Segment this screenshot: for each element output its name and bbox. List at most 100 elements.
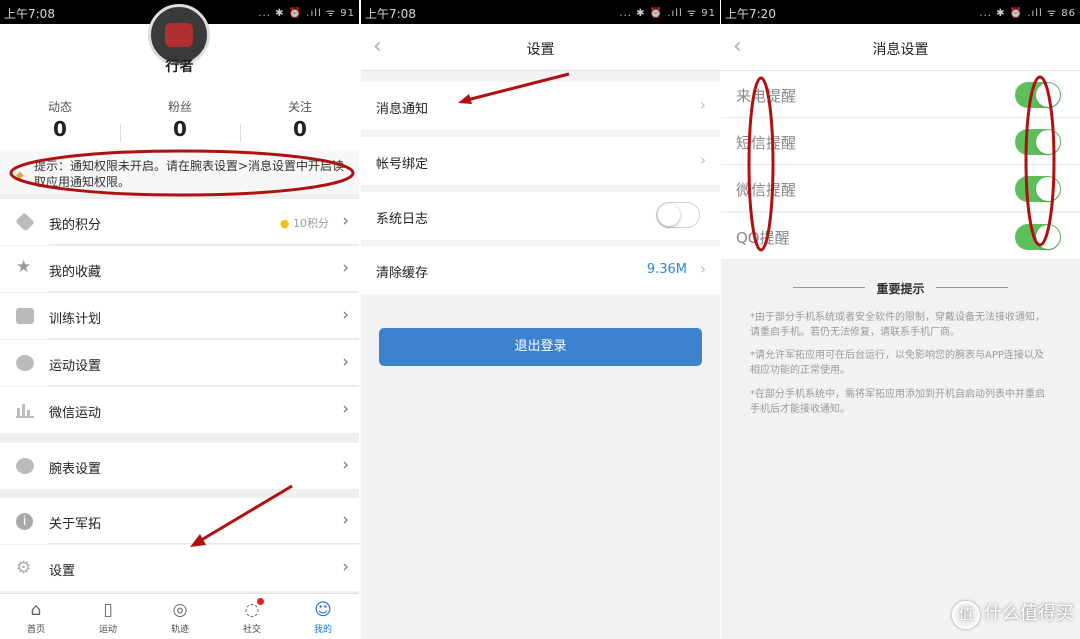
- setting-message-notification[interactable]: 消息通知 ›: [361, 82, 720, 130]
- setting-label: 消息通知: [376, 102, 429, 117]
- tab-home[interactable]: ⌂ 首页: [0, 594, 72, 639]
- divider: [49, 244, 359, 245]
- diamond-icon: [15, 212, 35, 232]
- switch-knob: [1036, 177, 1060, 201]
- tab-mine[interactable]: ☺ 我的: [287, 594, 359, 639]
- profile-header: 行者 动态 0 粉丝 0 关注 0: [0, 4, 359, 150]
- star-icon: ★: [16, 257, 32, 277]
- menu-item-training-plan[interactable]: 训练计划 ›: [0, 293, 359, 339]
- call-reminder-switch[interactable]: [1015, 82, 1061, 108]
- status-icons: ... ✱ ⏰ .ıll ᯤ 91: [619, 8, 716, 19]
- sms-reminder-switch[interactable]: [1015, 129, 1061, 155]
- points-value: 10积分: [293, 217, 329, 230]
- profile-screen: 上午7:08 ... ✱ ⏰ .ıll ᯤ 91 行者 动态 0 粉丝 0 关注…: [0, 0, 359, 639]
- chevron-right-icon: ›: [342, 557, 349, 577]
- divider: [936, 287, 1008, 288]
- status-icons: ... ✱ ⏰ .ıll ᯤ 91: [258, 8, 355, 19]
- qq-reminder-switch[interactable]: [1015, 224, 1061, 250]
- divider: [49, 543, 359, 544]
- watch-icon: [16, 458, 34, 474]
- chat-icon: ◌: [244, 600, 260, 620]
- stat-posts[interactable]: 动态 0: [0, 98, 120, 141]
- setting-label: 短信提醒: [736, 134, 797, 152]
- notes-title: 重要提示: [876, 282, 925, 296]
- menu-item-points[interactable]: 我的积分 ● 10积分 ›: [0, 199, 359, 245]
- menu-item-label: 我的收藏: [49, 265, 102, 280]
- points-badge: ● 10积分: [280, 215, 329, 231]
- divider: [49, 291, 359, 292]
- tab-label: 首页: [26, 625, 45, 635]
- wechat-reminder-switch[interactable]: [1015, 176, 1061, 202]
- profile-name: 行者: [165, 59, 194, 75]
- menu-item-settings[interactable]: ⚙ 设置 ›: [0, 545, 359, 591]
- status-time: 上午7:08: [365, 7, 416, 21]
- chevron-right-icon: ›: [342, 258, 349, 278]
- info-icon: i: [16, 513, 33, 530]
- setting-label: QQ提醒: [736, 229, 790, 247]
- setting-label: 来电提醒: [736, 87, 797, 105]
- notification-permission-tip[interactable]: ◆ 提示：通知权限未开启。请在腕表设置>消息设置中开启读取应用通知权限。: [0, 150, 359, 194]
- note-text: *在部分手机系统中，需将军拓应用添加到开机自启动列表中并重启手机后才能接收通知。: [750, 389, 1045, 415]
- stat-value: 0: [173, 117, 187, 141]
- runner-icon: [16, 355, 34, 371]
- tab-sport[interactable]: ▯ 运动: [72, 594, 144, 639]
- status-bar: 上午7:20 ... ✱ ⏰ .ıll ᯤ 86: [721, 0, 1080, 24]
- setting-account-binding[interactable]: 帐号绑定 ›: [361, 137, 720, 185]
- setting-sms-reminder: 短信提醒: [721, 118, 1080, 165]
- stat-label: 动态: [47, 100, 72, 114]
- nav-bar: ‹ 消息设置: [721, 24, 1080, 71]
- tip-bulb-icon: ◆: [16, 170, 24, 181]
- stat-label: 关注: [287, 100, 312, 114]
- calendar-icon: [16, 308, 34, 324]
- user-icon: ☺: [314, 600, 332, 620]
- page-title: 设置: [526, 42, 555, 58]
- chevron-right-icon: ›: [700, 96, 706, 114]
- stat-value: 0: [53, 117, 67, 141]
- menu-item-wechat-sport[interactable]: 微信运动 ›: [0, 387, 359, 433]
- nav-bar: ‹ 设置: [361, 24, 720, 71]
- stat-label: 粉丝: [167, 100, 192, 114]
- setting-clear-cache[interactable]: 清除缓存 9.36M ›: [361, 246, 720, 294]
- status-time: 上午7:08: [4, 7, 55, 21]
- settings-screen: 上午7:08 ... ✱ ⏰ .ıll ᯤ 91 ‹ 设置 消息通知 › 帐号绑…: [361, 0, 720, 639]
- setting-qq-reminder: QQ提醒: [721, 213, 1080, 260]
- setting-label: 系统日志: [376, 212, 429, 227]
- tab-social[interactable]: ◌ 社交: [216, 594, 288, 639]
- stat-fans[interactable]: 粉丝 0: [120, 98, 240, 141]
- message-settings-screen: 上午7:20 ... ✱ ⏰ .ıll ᯤ 86 ‹ 消息设置 来电提醒 短信提…: [721, 0, 1080, 639]
- tab-label: 社交: [242, 625, 261, 635]
- logout-button[interactable]: 退出登录: [379, 328, 702, 366]
- tab-label: 运动: [98, 625, 117, 635]
- bar-chart-icon: [16, 402, 34, 418]
- chevron-right-icon: ›: [700, 151, 706, 169]
- note-text: *由于部分手机系统或者安全软件的限制，穿戴设备无法接收通知，请重启手机。若仍无法…: [750, 312, 1045, 338]
- status-time: 上午7:20: [725, 7, 776, 21]
- divider: [49, 385, 359, 386]
- menu-item-sport-settings[interactable]: 运动设置 ›: [0, 340, 359, 386]
- home-icon: ⌂: [30, 600, 42, 620]
- chevron-right-icon: ›: [342, 510, 349, 530]
- menu-item-about[interactable]: i 关于军拓 ›: [0, 498, 359, 544]
- chevron-right-icon: ›: [342, 305, 349, 325]
- chevron-right-icon: ›: [342, 399, 349, 419]
- menu-item-label: 设置: [49, 564, 76, 579]
- menu-item-label: 关于军拓: [49, 517, 102, 532]
- status-bar: 上午7:08 ... ✱ ⏰ .ıll ᯤ 91: [361, 0, 720, 24]
- setting-wechat-reminder: 微信提醒: [721, 165, 1080, 212]
- menu-item-favorites[interactable]: ★ 我的收藏 ›: [0, 246, 359, 292]
- setting-label: 清除缓存: [376, 266, 429, 281]
- menu-item-watch-settings[interactable]: 腕表设置 ›: [0, 443, 359, 489]
- tab-track[interactable]: ◎ 轨迹: [144, 594, 216, 639]
- menu-item-label: 微信运动: [49, 406, 102, 421]
- stat-following[interactable]: 关注 0: [240, 98, 359, 141]
- status-icons: ... ✱ ⏰ .ıll ᯤ 86: [979, 8, 1076, 19]
- watermark: 值什么值得买: [952, 599, 1074, 629]
- gear-icon: ⚙: [16, 558, 32, 578]
- chevron-right-icon: ›: [342, 211, 349, 231]
- system-log-toggle[interactable]: [656, 202, 700, 228]
- chevron-right-icon: ›: [700, 260, 706, 278]
- bottom-tab-bar: ⌂ 首页 ▯ 运动 ◎ 轨迹 ◌ 社交 ☺ 我的: [0, 593, 359, 639]
- setting-label: 帐号绑定: [376, 157, 429, 172]
- page-title: 消息设置: [872, 42, 929, 58]
- notification-dot: [257, 598, 264, 605]
